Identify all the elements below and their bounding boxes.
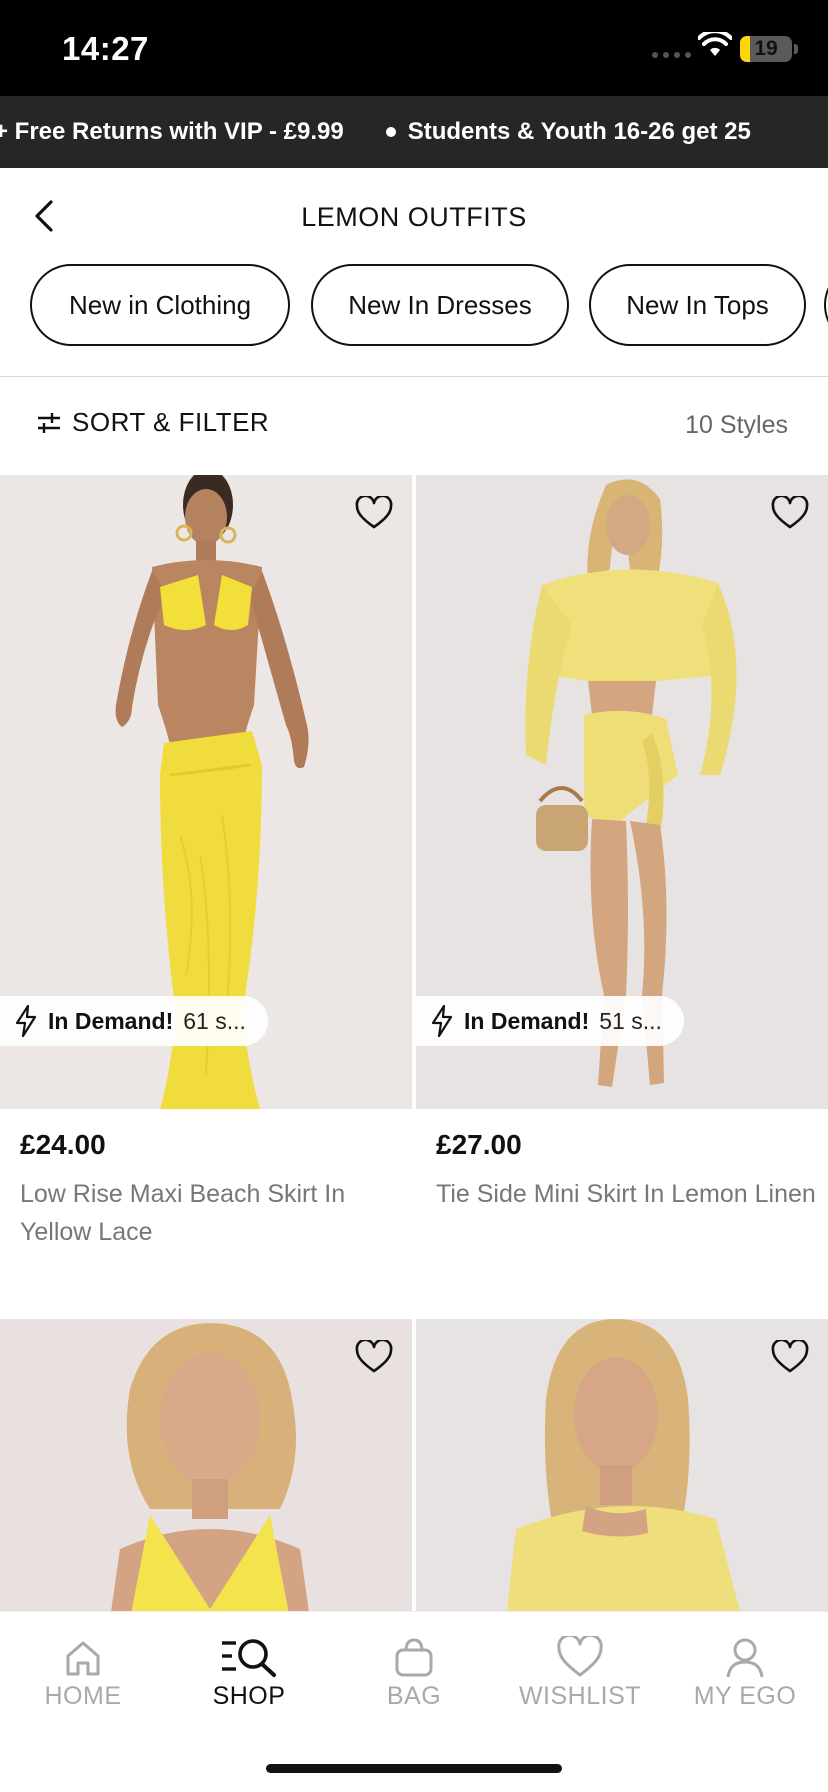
product-price: £24.00 bbox=[20, 1129, 106, 1160]
chip-new-in-dresses[interactable]: New In Dresses bbox=[311, 264, 569, 346]
wishlist-button[interactable] bbox=[352, 1337, 396, 1377]
tab-label: HOME bbox=[44, 1682, 122, 1710]
product-price: £27.00 bbox=[436, 1129, 522, 1160]
battery-icon: 19 bbox=[740, 36, 792, 62]
status-bar: 14:27 19 bbox=[0, 0, 828, 96]
product-card[interactable] bbox=[0, 1319, 412, 1611]
product-card[interactable]: In Demand! 51 s... £27.00 Tie Side Mini … bbox=[416, 475, 828, 1319]
wifi-icon bbox=[697, 29, 733, 63]
tab-home[interactable]: HOME bbox=[0, 1630, 166, 1711]
tab-label: MY EGO bbox=[693, 1682, 797, 1710]
product-image[interactable] bbox=[0, 1319, 412, 1611]
chip-new-in-tops[interactable]: New In Tops bbox=[589, 264, 806, 346]
status-time: 14:27 bbox=[62, 30, 149, 67]
tab-shop[interactable]: SHOP bbox=[166, 1630, 332, 1711]
promo-item: + Free Returns with VIP - £9.99 bbox=[0, 118, 344, 145]
product-name[interactable]: Low Rise Maxi Beach Skirt In Yellow Lace bbox=[20, 1175, 400, 1251]
heart-icon bbox=[771, 1340, 809, 1373]
chip-more[interactable] bbox=[824, 264, 828, 346]
lightning-icon bbox=[431, 1004, 453, 1038]
product-image[interactable]: In Demand! 61 s... bbox=[0, 475, 412, 1109]
cellular-signal-icon bbox=[652, 52, 691, 58]
sort-filter-label: SORT & FILTER bbox=[72, 407, 270, 437]
battery-tip bbox=[794, 44, 798, 54]
product-image[interactable] bbox=[416, 1319, 828, 1611]
page-title: LEMON OUTFITS bbox=[301, 202, 527, 232]
product-grid: In Demand! 61 s... £24.00 Low Rise Maxi … bbox=[0, 475, 828, 1611]
sliders-icon bbox=[38, 412, 60, 433]
promo-item: Students & Youth 16-26 get 25 bbox=[385, 118, 751, 146]
tab-wishlist[interactable]: WISHLIST bbox=[497, 1630, 663, 1711]
sort-filter-bar: SORT & FILTER 10 Styles bbox=[0, 377, 828, 475]
styles-count: 10 Styles bbox=[685, 411, 788, 439]
product-card[interactable]: In Demand! 61 s... £24.00 Low Rise Maxi … bbox=[0, 475, 412, 1319]
bullet-icon bbox=[385, 127, 396, 137]
product-image[interactable]: In Demand! 51 s... bbox=[416, 475, 828, 1109]
lightning-icon bbox=[15, 1004, 37, 1038]
badge-detail: 51 s... bbox=[599, 1007, 662, 1034]
tab-my-ego[interactable]: MY EGO bbox=[662, 1630, 828, 1711]
bag-icon bbox=[395, 1638, 433, 1677]
wishlist-button[interactable] bbox=[768, 1337, 812, 1377]
user-icon bbox=[726, 1638, 764, 1678]
tab-label: BAG bbox=[386, 1682, 442, 1710]
heart-icon bbox=[355, 1340, 393, 1373]
home-icon bbox=[66, 1641, 100, 1676]
category-chips: New in Clothing New In Dresses New In To… bbox=[0, 264, 828, 376]
badge-title: In Demand! bbox=[464, 1007, 590, 1034]
product-card[interactable] bbox=[416, 1319, 828, 1611]
search-icon bbox=[222, 1639, 276, 1677]
product-name[interactable]: Tie Side Mini Skirt In Lemon Linen bbox=[436, 1175, 816, 1213]
page-header: LEMON OUTFITS bbox=[0, 168, 828, 264]
sort-filter-button[interactable]: SORT & FILTER bbox=[36, 407, 269, 438]
heart-icon bbox=[355, 496, 393, 529]
in-demand-badge: In Demand! 61 s... bbox=[0, 996, 268, 1046]
battery-percentage: 19 bbox=[754, 37, 778, 60]
tab-bag[interactable]: BAG bbox=[331, 1630, 497, 1711]
promo-banner[interactable]: + Free Returns with VIP - £9.99 Students… bbox=[0, 96, 828, 168]
tab-label: SHOP bbox=[212, 1682, 286, 1710]
tab-label: WISHLIST bbox=[518, 1682, 642, 1710]
wishlist-button[interactable] bbox=[352, 493, 396, 533]
heart-icon bbox=[557, 1636, 603, 1677]
badge-detail: 61 s... bbox=[183, 1007, 246, 1034]
in-demand-badge: In Demand! 51 s... bbox=[416, 996, 684, 1046]
home-indicator bbox=[266, 1764, 562, 1773]
badge-title: In Demand! bbox=[48, 1007, 174, 1034]
chip-new-in-clothing[interactable]: New in Clothing bbox=[30, 264, 290, 346]
wishlist-button[interactable] bbox=[768, 493, 812, 533]
heart-icon bbox=[771, 496, 809, 529]
